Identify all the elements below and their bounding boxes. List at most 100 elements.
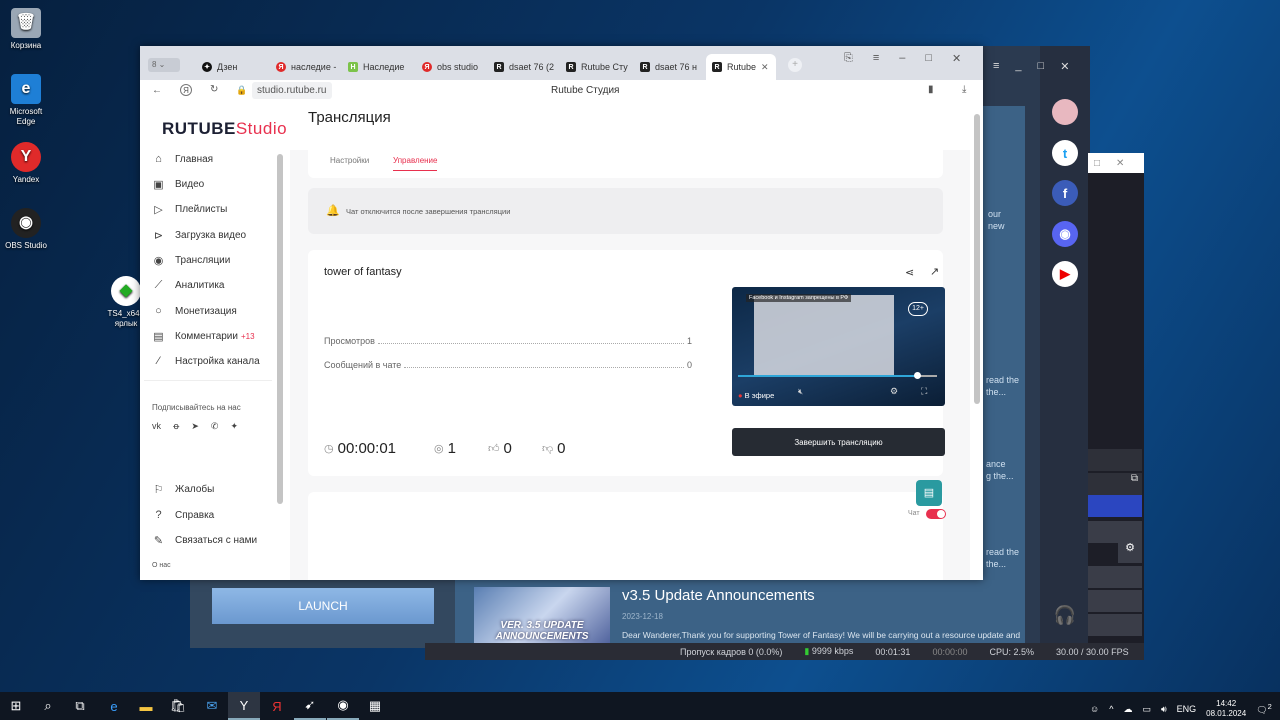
zen-icon[interactable]: ✦	[230, 421, 238, 432]
close-icon[interactable]: ✕	[1060, 60, 1069, 73]
nav-broadcasts[interactable]: ◉ Трансляции	[152, 251, 231, 269]
settings-icon[interactable]: ⚙	[890, 386, 898, 397]
language-indicator[interactable]: ENG	[1177, 704, 1197, 714]
facebook-icon[interactable]: f	[1052, 180, 1078, 206]
nav-playlists[interactable]: ▷ Плейлисты	[152, 200, 227, 218]
nav-help[interactable]: ? Справка	[152, 506, 214, 524]
reload-icon[interactable]: ↻	[210, 84, 218, 95]
tab-active[interactable]: R Rutube ✕	[706, 54, 776, 80]
nav-upload[interactable]: ⊳ Загрузка видео	[152, 226, 246, 244]
obs-button[interactable]	[1088, 590, 1142, 612]
nav-channel-settings[interactable]: ⁄ Настройка канала	[152, 352, 260, 370]
nav-video[interactable]: ▣ Видео	[152, 175, 204, 193]
obs-button[interactable]	[1088, 614, 1142, 636]
chat-fab-button[interactable]: ▤	[916, 480, 942, 506]
maximize-icon[interactable]: □	[925, 52, 932, 65]
nav-home[interactable]: ⌂ Главная	[152, 150, 213, 168]
menu-icon[interactable]: ≡	[873, 52, 879, 65]
page-scrollbar[interactable]	[974, 114, 980, 404]
new-tab-button[interactable]: +	[788, 58, 802, 72]
volume-icon[interactable]: 🔊︎	[1161, 704, 1167, 715]
start-icon[interactable]: ⊞	[0, 692, 32, 720]
nav-monetization[interactable]: ○ Монетизация	[152, 302, 237, 320]
tab[interactable]: Rdsaet 76 (2	[488, 54, 556, 80]
tab[interactable]: R Rutube Сту	[560, 54, 628, 80]
yandex-icon[interactable]: Я	[261, 692, 293, 720]
bookmark-icon[interactable]: ▮	[928, 84, 934, 95]
launch-button[interactable]: LAUNCH	[212, 588, 434, 624]
avatar[interactable]	[1052, 99, 1078, 125]
minimize-icon[interactable]: –	[899, 52, 905, 65]
obs-start-stream-button[interactable]	[1088, 495, 1142, 517]
task-view-icon[interactable]: ⧉	[64, 692, 96, 720]
yandex-button-icon[interactable]: Я	[180, 84, 192, 96]
app-icon[interactable]: ▦	[359, 692, 391, 720]
edge-icon[interactable]: e	[98, 692, 130, 720]
tab[interactable]: Янаследие -	[270, 54, 338, 80]
discord-icon[interactable]: ◉	[1052, 221, 1078, 247]
back-icon[interactable]: ←	[152, 85, 162, 96]
news-thumbnail[interactable]: VER. 3.5 UPDATE ANNOUNCEMENTS	[474, 587, 610, 648]
network-icon[interactable]: ☁	[1123, 704, 1132, 715]
nav-comments[interactable]: ▤ Комментарии +13	[152, 327, 254, 345]
news-title[interactable]: v3.5 Update Announcements	[622, 587, 815, 604]
mute-icon[interactable]: 🔇︎	[798, 387, 803, 397]
tab[interactable]: ✦ Дзен	[196, 54, 264, 80]
gear-icon[interactable]: ⚙	[1118, 541, 1142, 563]
tab-settings[interactable]: Настройки	[330, 156, 369, 165]
close-icon[interactable]: ✕	[952, 52, 961, 65]
tab[interactable]: Яobs studio	[416, 54, 484, 80]
tab[interactable]: Rdsaet 76 н	[634, 54, 702, 80]
external-link-icon[interactable]: ↗	[930, 265, 939, 278]
chevron-up-icon[interactable]: ^	[1109, 704, 1113, 714]
twitter-icon[interactable]: t	[1052, 140, 1078, 166]
obs-icon[interactable]: ◉	[327, 692, 359, 720]
desktop-icon-obs[interactable]: ◉ OBS Studio	[4, 208, 48, 251]
end-stream-button[interactable]: Завершить трансляцию	[732, 428, 945, 456]
people-icon[interactable]: ☺	[1090, 704, 1099, 714]
nav-analytics[interactable]: ⟋ Аналитика	[152, 276, 225, 294]
desktop-icon-yandex[interactable]: Y Yandex	[4, 142, 48, 185]
tab[interactable]: H Наследие	[342, 54, 410, 80]
menu-icon[interactable]: ≡	[993, 60, 999, 73]
nav-contact[interactable]: ✎ Связаться с нами	[152, 531, 257, 549]
minimize-icon[interactable]: _	[1015, 60, 1021, 73]
maximize-icon[interactable]: □	[1038, 60, 1045, 73]
notifications-icon[interactable]: 🗨︎2	[1256, 702, 1272, 716]
bookmark-tabs-icon[interactable]: ⎘	[844, 52, 853, 65]
clock[interactable]: 14:42 08.01.2024	[1206, 699, 1246, 719]
viber-icon[interactable]: ✆	[211, 421, 219, 432]
store-icon[interactable]: 🛍︎	[162, 692, 194, 720]
close-icon[interactable]: ✕	[1116, 158, 1124, 169]
tab-management[interactable]: Управление	[393, 156, 438, 171]
chat-toggle[interactable]	[926, 509, 946, 519]
obs-button[interactable]	[1088, 521, 1142, 543]
progress-bar[interactable]	[738, 372, 937, 379]
file-explorer-icon[interactable]: ▬	[130, 692, 162, 720]
nav-complaints[interactable]: ⚐ Жалобы	[152, 480, 215, 498]
desktop-icon-edge[interactable]: e Microsoft Edge	[4, 74, 48, 127]
rutube-logo[interactable]: RUTUBEStudio	[162, 119, 287, 139]
sidebar-scrollbar[interactable]	[277, 154, 283, 504]
ok-icon[interactable]: ꝋ	[173, 421, 179, 432]
yandex-browser-icon[interactable]: Y	[228, 692, 260, 720]
support-headset-icon[interactable]: 🎧	[1052, 602, 1078, 628]
maximize-icon[interactable]: □	[1094, 158, 1100, 169]
tab-counter[interactable]: 8 ⌄	[148, 58, 180, 72]
fullscreen-icon[interactable]: ⛶	[921, 386, 927, 397]
vk-icon[interactable]: vk	[152, 421, 161, 432]
popout-icon[interactable]: ⧉	[1088, 473, 1142, 495]
mail-icon[interactable]: ✉	[196, 692, 228, 720]
youtube-icon[interactable]: ▶	[1052, 261, 1078, 287]
url-field[interactable]: studio.rutube.ru	[252, 82, 332, 99]
telegram-icon[interactable]: ➤	[191, 421, 199, 432]
search-icon[interactable]: ⌕	[32, 692, 64, 720]
launcher-icon[interactable]: ➹	[294, 692, 326, 720]
about-link[interactable]: О нас	[152, 562, 171, 569]
obs-button[interactable]	[1088, 566, 1142, 588]
download-icon[interactable]: ⤓	[962, 84, 966, 95]
close-tab-icon[interactable]: ✕	[761, 62, 769, 73]
display-icon[interactable]: ▭	[1142, 704, 1151, 715]
stream-preview-player[interactable]: Facebook и Instagram запрещены в РФ 12+ …	[732, 287, 945, 406]
desktop-icon-recycle-bin[interactable]: 🗑 Корзина	[4, 8, 48, 51]
